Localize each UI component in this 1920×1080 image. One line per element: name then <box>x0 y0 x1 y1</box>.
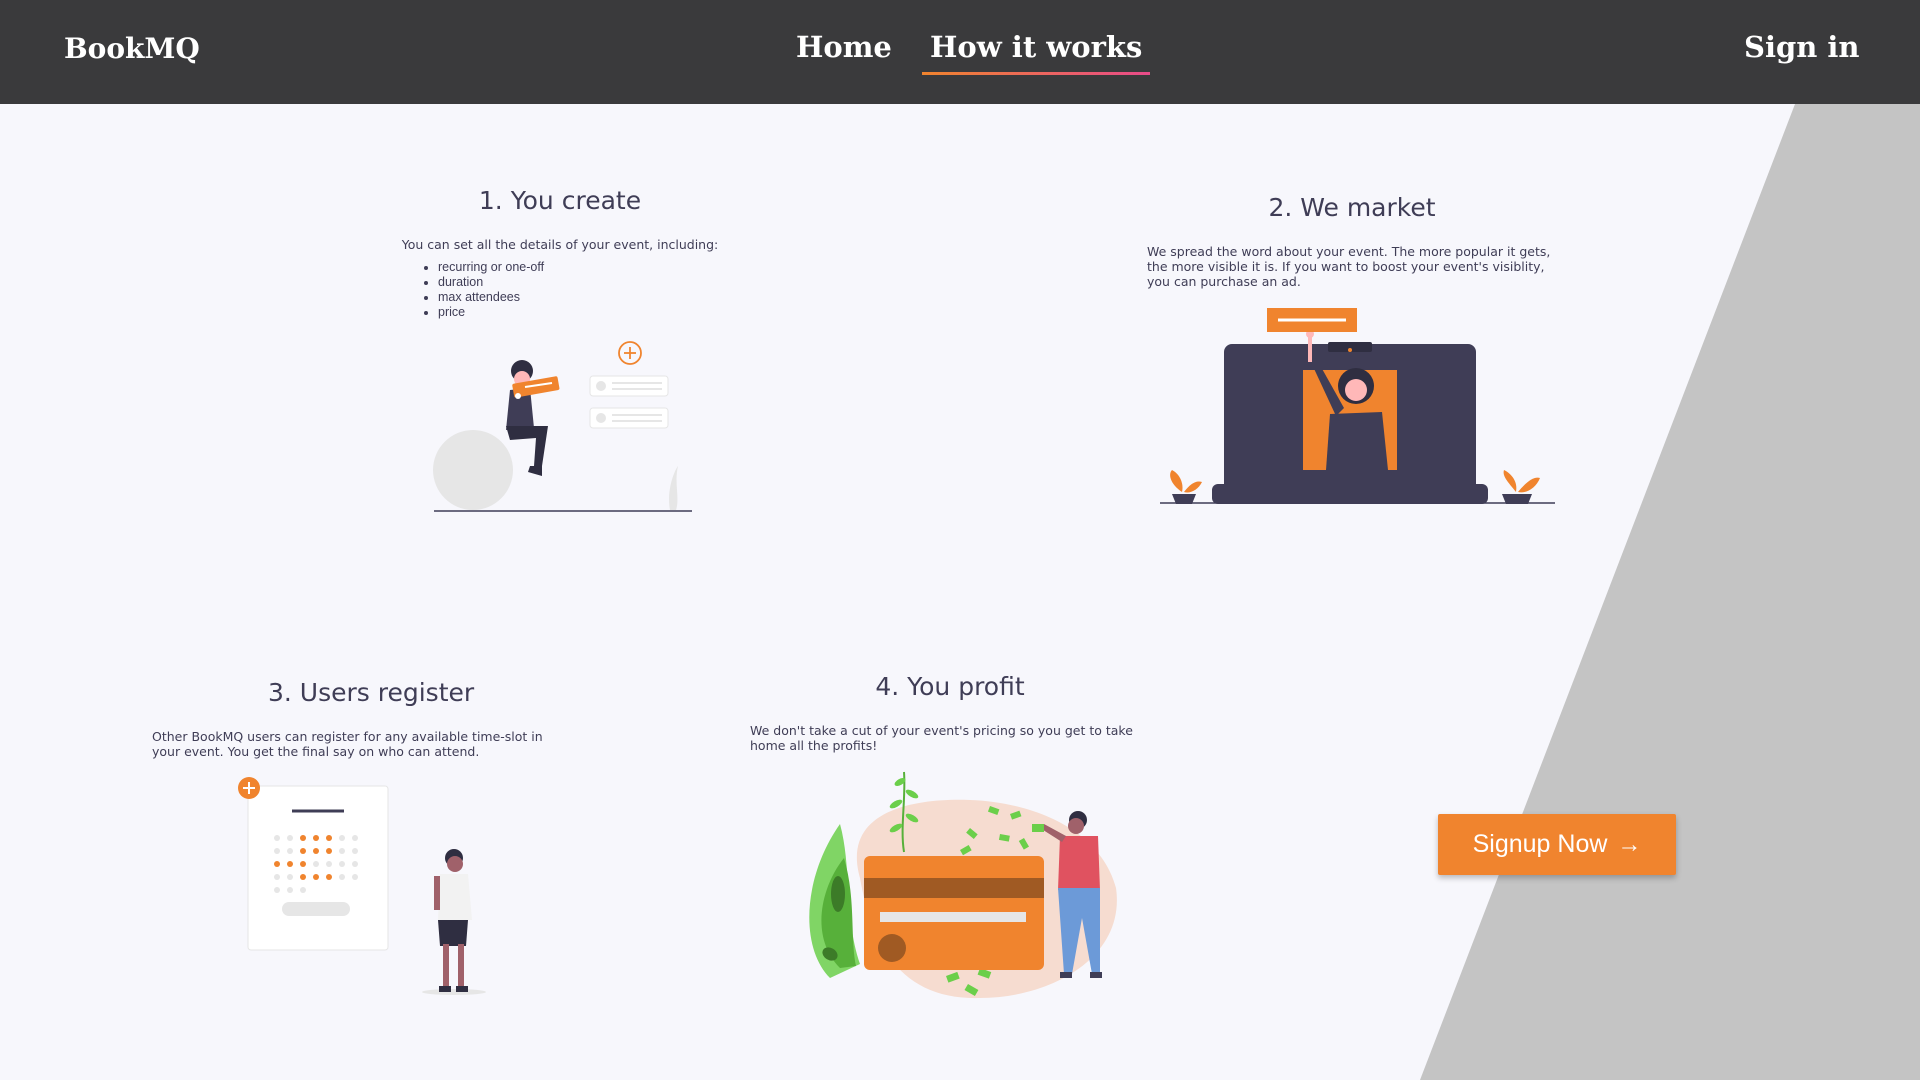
step-register-text: Other BookMQ users can register for any … <box>152 729 543 759</box>
brand-logo[interactable]: BookMQ <box>64 32 200 65</box>
arrow-right-icon: → <box>1617 830 1642 858</box>
step-market-title: 2. We market <box>1268 193 1436 222</box>
user-register-illustration <box>238 777 486 995</box>
create-event-illustration <box>433 341 692 512</box>
step-create-bullets: recurring or one-off duration max attend… <box>400 260 720 320</box>
market-ad-illustration <box>1160 308 1555 504</box>
signup-now-button[interactable]: Signup Now → <box>1438 814 1676 875</box>
top-navbar: BookMQ Home How it works Sign in <box>0 0 1920 104</box>
bullet-item: price <box>438 305 720 320</box>
step-register-card: 3. Users register Other BookMQ users can… <box>152 678 562 759</box>
sign-in-link[interactable]: Sign in <box>1736 30 1868 74</box>
profit-credit-card-illustration <box>809 771 1117 999</box>
step-create-card: 1. You create You can set all the detail… <box>400 186 720 320</box>
signup-button-label: Signup Now <box>1472 830 1608 858</box>
step-register-title: 3. Users register <box>268 678 475 707</box>
bullet-item: recurring or one-off <box>438 260 720 275</box>
step-market-card: 2. We market We spread the word about yo… <box>1147 193 1557 289</box>
step-create-title: 1. You create <box>478 186 642 215</box>
step-profit-text: We don't take a cut of your event's pric… <box>750 723 1133 753</box>
bullet-item: max attendees <box>438 290 720 305</box>
bullet-item: duration <box>438 275 720 290</box>
step-market-text: We spread the word about your event. The… <box>1147 244 1551 289</box>
nav-home-link[interactable]: Home <box>788 30 900 74</box>
nav-how-it-works-link[interactable]: How it works <box>922 30 1151 75</box>
step-create-text: You can set all the details of your even… <box>401 237 719 252</box>
step-profit-title: 4. You profit <box>875 672 1025 701</box>
step-profit-card: 4. You profit We don't take a cut of you… <box>750 672 1170 753</box>
